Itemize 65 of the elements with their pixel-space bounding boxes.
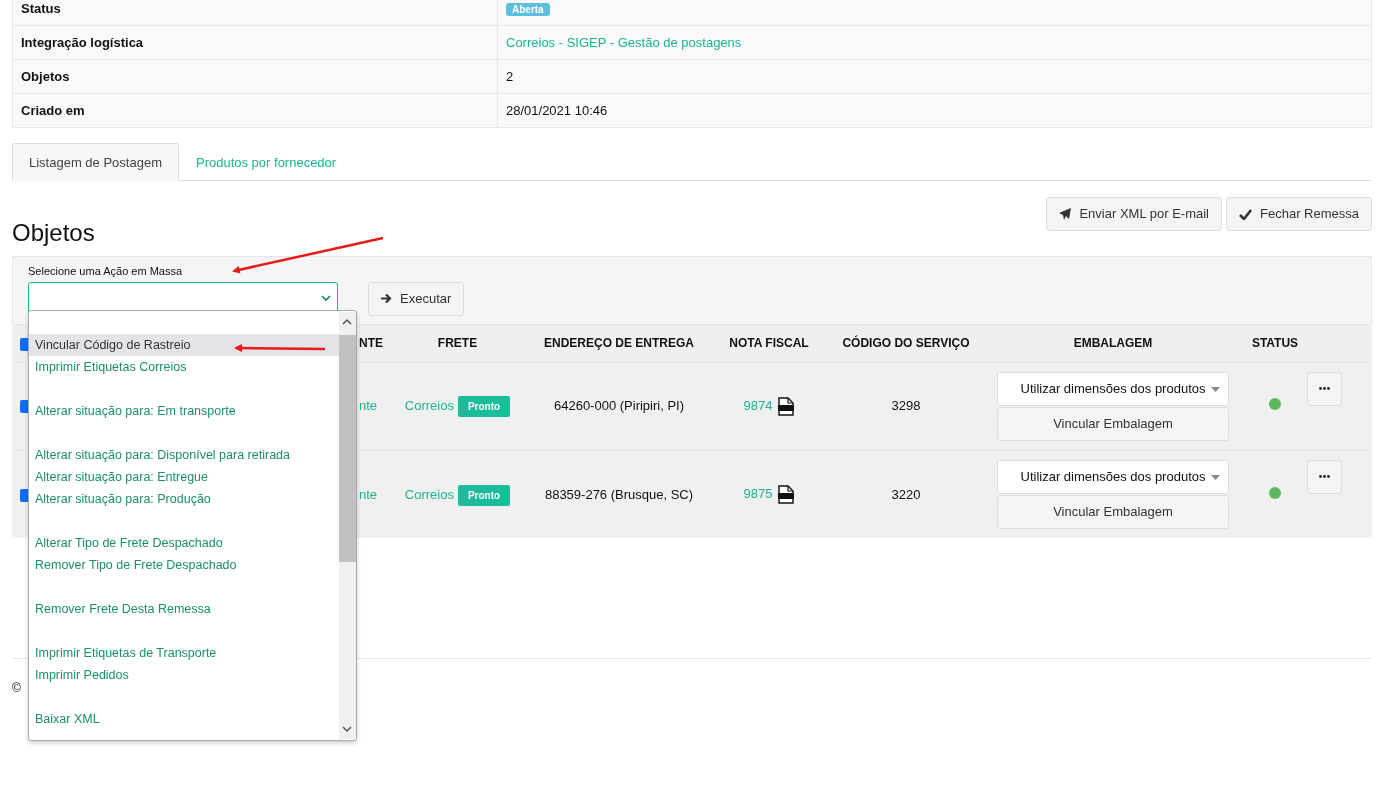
more-icon <box>1319 475 1330 478</box>
column-header: STATUS <box>1251 336 1299 351</box>
dropdown-option[interactable]: Imprimir Pedidos <box>29 664 339 686</box>
dropdown-option[interactable]: Imprimir Etiquetas Correios <box>29 356 339 378</box>
table-link[interactable]: nte <box>359 486 378 502</box>
freight-badge: Pronto <box>457 484 511 506</box>
table-cell: 3220 <box>891 486 921 502</box>
packaging-button[interactable]: Vincular Embalagem <box>997 406 1229 441</box>
table-cell: 64260-000 (Piripiri, PI) <box>553 398 685 414</box>
table-cell: 88359-276 (Brusque, SC) <box>544 486 694 502</box>
field-label: Criado em <box>21 102 85 118</box>
column-header: CÓDIGO DO SERVIÇO <box>842 336 970 351</box>
carrier-link[interactable]: Correios <box>404 486 454 502</box>
execute-button[interactable]: Executar <box>368 281 465 316</box>
table-link[interactable]: nte <box>359 398 378 414</box>
invoice-link[interactable]: 9875 <box>743 486 773 502</box>
packaging-button[interactable]: Vincular Embalagem <box>997 494 1229 529</box>
paper-plane-icon <box>1059 208 1072 220</box>
dropdown-option[interactable]: Alterar situação para: Em transporte <box>29 400 339 422</box>
caret-icon <box>1211 474 1220 480</box>
scrollbar[interactable] <box>339 312 356 739</box>
dropdown-option[interactable]: Remover Frete Desta Remessa <box>29 598 339 620</box>
carrier-link[interactable]: Correios <box>404 398 454 414</box>
section-heading: Objetos <box>12 219 95 248</box>
scrollbar-thumb[interactable] <box>339 335 356 562</box>
packaging-select[interactable]: Utilizar dimensões dos produtos <box>997 371 1229 406</box>
tab[interactable]: Listagem de Postagem <box>12 143 179 181</box>
dropdown-option[interactable]: Imprimir Etiquetas de Transporte <box>29 642 339 664</box>
dropdown-option[interactable]: Alterar situação para: Entregue <box>29 466 339 488</box>
invoice-link[interactable]: 9874 <box>743 397 773 413</box>
caret-icon <box>1211 386 1220 392</box>
xml-file-icon[interactable] <box>778 397 795 417</box>
status-badge: Aberta <box>506 2 550 16</box>
freight-badge: Pronto <box>457 396 511 418</box>
integration-link[interactable]: Correios - SIGEP - Gestão de postagens <box>506 34 742 50</box>
column-header: NTE <box>359 336 383 351</box>
xml-file-icon[interactable] <box>778 485 795 505</box>
copyright-text: © <box>12 681 21 695</box>
field-value: 28/01/2021 10:46 <box>506 102 608 118</box>
field-label: Integração logística <box>21 34 144 50</box>
column-header: FRETE <box>437 336 478 351</box>
action-button[interactable]: Enviar XML por E-mail <box>1046 197 1222 231</box>
dropdown-option[interactable]: Vincular Código de Rastreio <box>29 334 339 356</box>
field-value: 2 <box>506 68 514 84</box>
dropdown-option[interactable]: Alterar situação para: Produção <box>29 488 339 510</box>
chevron-down-icon <box>321 295 331 302</box>
column-header: ENDEREÇO DE ENTREGA <box>544 336 694 351</box>
packaging-select[interactable]: Utilizar dimensões dos produtos <box>997 459 1229 494</box>
field-label: Objetos <box>21 68 70 84</box>
check-icon <box>1239 208 1252 220</box>
column-header: EMBALAGEM <box>1073 336 1153 351</box>
tab[interactable]: Produtos por fornecedor <box>178 143 354 181</box>
more-icon <box>1319 387 1330 390</box>
scroll-down-icon[interactable] <box>342 726 352 733</box>
arrow-right-icon <box>381 293 392 304</box>
action-button[interactable]: Fechar Remessa <box>1226 197 1372 231</box>
table-cell: 3298 <box>891 398 921 414</box>
dropdown-option[interactable]: Baixar XML <box>29 708 339 730</box>
field-label: Selecione uma Ação em Massa <box>28 264 183 279</box>
dropdown-option[interactable]: Alterar Tipo de Frete Despachado <box>29 532 339 554</box>
column-header: NOTA FISCAL <box>729 336 809 351</box>
field-label: Status <box>21 0 61 16</box>
scroll-up-icon[interactable] <box>342 318 352 325</box>
dropdown-option[interactable]: Remover Tipo de Frete Despachado <box>29 554 339 576</box>
dropdown-option[interactable]: Alterar situação para: Disponível para retirada <box>29 444 339 466</box>
